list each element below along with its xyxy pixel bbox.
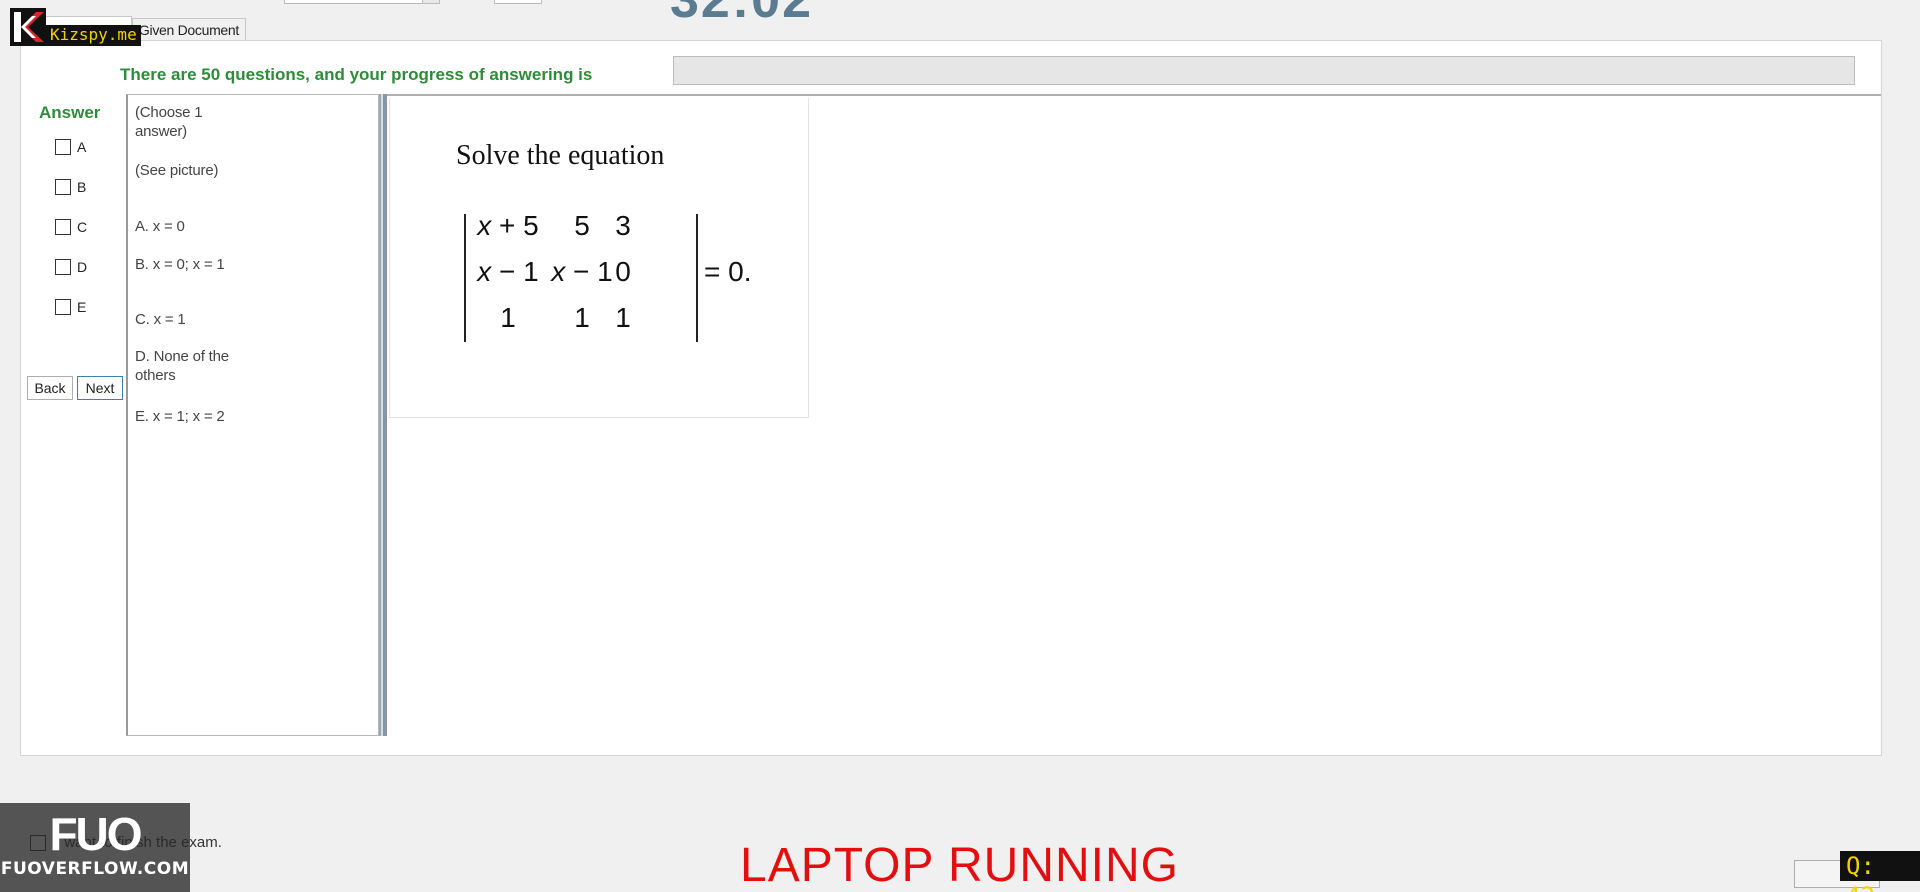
panel-splitter[interactable] <box>379 94 387 736</box>
option-e-checkbox[interactable] <box>55 299 71 315</box>
option-c-label: C <box>77 219 88 235</box>
k-logo-icon <box>10 8 46 46</box>
equation-rhs: = 0. <box>704 256 752 287</box>
choice-c-text: C. x = 1 <box>135 311 186 328</box>
determinant-matrix: = 0. x + 553x − 1x − 10111 <box>462 210 762 346</box>
progress-label: There are 50 questions, and your progres… <box>120 65 593 84</box>
laptop-status: LAPTOP RUNNING <box>740 839 1179 892</box>
question-title: Solve the equation <box>456 140 665 171</box>
option-a-label: A <box>77 139 87 155</box>
option-e[interactable]: E <box>55 299 86 315</box>
option-c-checkbox[interactable] <box>55 219 71 235</box>
option-a-checkbox[interactable] <box>55 139 71 155</box>
option-d[interactable]: D <box>55 259 87 275</box>
option-b-label: B <box>77 179 87 195</box>
choice-e-text: E. x = 1; x = 2 <box>135 408 225 425</box>
determinant-right-bar <box>696 214 698 342</box>
fuo-watermark: FUO FUOVERFLOW.COM <box>0 803 190 892</box>
question-text-panel[interactable]: (Choose 1 answer) (See picture) A. x = 0… <box>126 94 379 736</box>
answer-heading: Answer <box>39 103 101 122</box>
fuo-site: FUOVERFLOW.COM <box>0 859 190 879</box>
determinant-left-bar <box>464 214 466 342</box>
question-see-picture: (See picture) <box>135 162 219 179</box>
tab-given-document[interactable]: Given Document <box>131 18 246 40</box>
option-e-label: E <box>77 299 87 315</box>
question-number-badge: Q: 42 <box>1840 851 1920 892</box>
fuo-logo-text: FUO <box>49 808 142 860</box>
progress-bar <box>673 56 1855 85</box>
matrix-cell-r2c1: x − 1 <box>477 256 539 287</box>
watermark-logo: Kizspy.me <box>10 8 141 46</box>
top-toolbar: 32:02 <box>0 0 1920 29</box>
choice-a-text: A. x = 0 <box>135 218 185 235</box>
option-a[interactable]: A <box>55 139 86 155</box>
option-c[interactable]: C <box>55 219 87 235</box>
matrix-cell-r2c3: 0 <box>615 256 631 287</box>
next-button[interactable]: Next <box>77 376 123 400</box>
font-select[interactable] <box>284 0 440 4</box>
matrix-cell-r1c1: x + 5 <box>477 210 539 241</box>
option-b[interactable]: B <box>55 179 86 195</box>
exam-panel: There are 50 questions, and your progres… <box>20 40 1882 756</box>
matrix-cell-r1c3: 3 <box>615 210 631 241</box>
choice-b-text: B. x = 0; x = 1 <box>135 256 225 273</box>
option-d-label: D <box>77 259 88 275</box>
question-picture: Solve the equation = 0. x + 553x − 1x − … <box>389 98 809 418</box>
exam-timer: 32:02 <box>670 0 813 29</box>
zoom-input[interactable] <box>494 0 542 4</box>
matrix-cell-r3c3: 1 <box>615 302 631 333</box>
watermark-site: Kizspy.me <box>46 25 141 46</box>
matrix-cell-r3c1: 1 <box>500 302 516 333</box>
back-button[interactable]: Back <box>27 376 73 400</box>
choice-d-text: D. None of the others <box>135 348 229 384</box>
option-d-checkbox[interactable] <box>55 259 71 275</box>
question-instruction: (Choose 1 answer) <box>135 104 203 140</box>
option-b-checkbox[interactable] <box>55 179 71 195</box>
question-image-area: Solve the equation = 0. x + 553x − 1x − … <box>387 94 1881 736</box>
